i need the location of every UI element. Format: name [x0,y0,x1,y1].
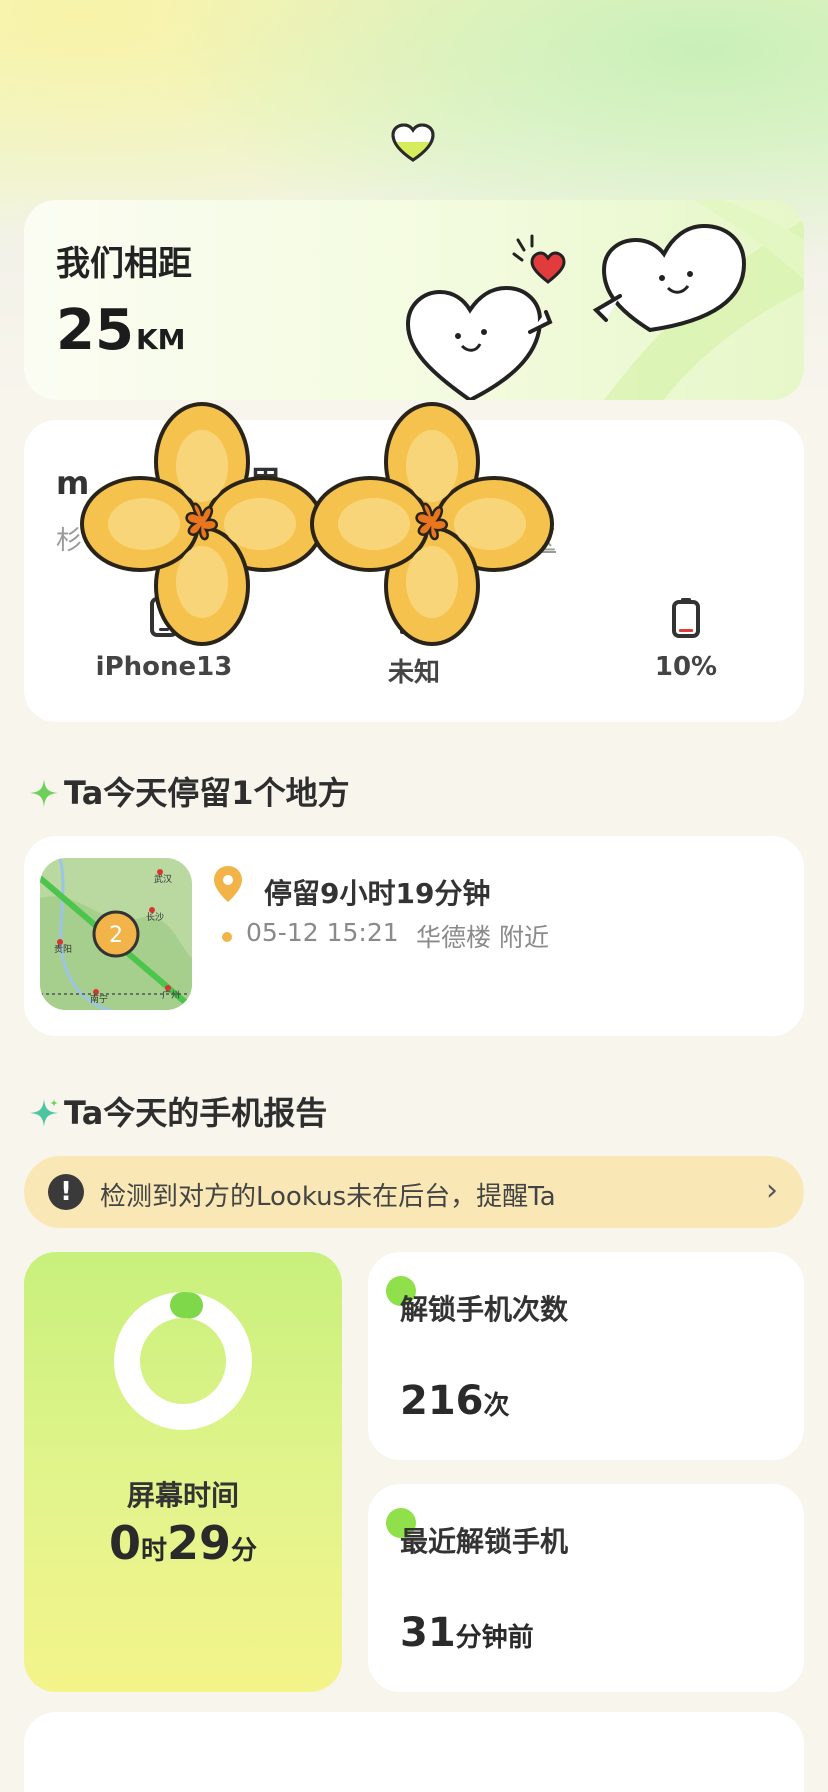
stay-time: 05-12 15:21 [246,918,399,947]
unlock-count-title: 解锁手机次数 [400,1293,569,1326]
heart-couple-illustration [405,223,747,400]
distance-card[interactable]: 我们相距 25KM [24,200,804,400]
stay-place: 华德楼 附近 [416,923,549,952]
last-unlock-value: 31分钟前 [400,1610,534,1656]
timeline-dot [222,932,232,942]
battery-stat: 10% [586,596,786,682]
distance-unit: KM [135,323,186,356]
map-label: 广州 [162,989,180,1001]
exclamation-icon: ! [48,1174,84,1210]
stay-card[interactable]: 武汉 长沙 贵阳 南宁 广州 2 停留9小时19分钟 05-12 15:21 华… [24,836,804,1036]
map-label: 武汉 [154,873,172,885]
screen-time-card[interactable]: 屏幕时间 0时29分 [24,1252,342,1692]
report-section-text: Ta今天的手机报告 [64,1094,328,1132]
battery-label: 10% [654,652,718,682]
map-label: 贵阳 [54,943,72,955]
distance-number: 25 [56,298,134,363]
map-label: 南宁 [90,993,108,1005]
screen-time-donut [114,1292,252,1430]
address-text-right[interactable]: 区 [530,520,556,557]
screen-time-minutes: 29 [167,1516,232,1570]
screen-time-value: 0时29分 [24,1516,342,1570]
screen-time-label: 屏幕时间 [126,1479,239,1512]
report-section-title: Ta今天的手机报告 [28,1088,327,1134]
next-card-peek [24,1712,804,1792]
heart-logo-icon[interactable] [390,122,436,164]
location-pin-icon [214,866,242,902]
network-label: 未知 [387,658,440,688]
stays-section-text: Ta今天停留1个地方 [64,774,350,812]
unlock-count-unit: 次 [483,1391,510,1421]
alert-text: 检测到对方的Lookus未在后台，提醒Ta [100,1182,556,1212]
stays-section-title: Ta今天停留1个地方 [28,768,350,814]
sparkle-icon [30,779,58,807]
battery-icon [672,598,700,638]
cluster-count: 2 [109,923,123,948]
location-card[interactable]: m 在这里 杉 区 iPhone13 未知 10% [24,402,804,722]
last-unlock-number: 31 [400,1610,456,1656]
phone-icon [150,597,178,637]
network-stat: 未知 [314,596,514,689]
unlock-count-value: 216次 [400,1378,510,1424]
distance-title: 我们相距 [56,244,192,284]
background-alert-banner[interactable]: ! 检测到对方的Lookus未在后台，提醒Ta › [24,1156,804,1228]
screen-time-minutes-unit: 分 [231,1536,258,1566]
unlock-count-number: 216 [400,1378,484,1424]
last-unlock-title: 最近解锁手机 [400,1525,569,1558]
screen-time-hours: 0 [108,1516,141,1570]
last-unlock-card[interactable]: 最近解锁手机 31分钟前 [368,1484,804,1692]
map-image: 武汉 长沙 贵阳 南宁 广州 2 [40,858,192,1010]
stay-duration: 停留9小时19分钟 [264,877,491,910]
map-label: 长沙 [146,911,164,923]
device-model-label: iPhone13 [95,652,233,682]
chevron-right-icon[interactable]: › [766,1176,778,1206]
unlock-count-card[interactable]: 解锁手机次数 216次 [368,1252,804,1460]
address-text-left: 杉 [56,526,83,556]
device-model-stat: iPhone13 [64,596,264,682]
screen-time-hours-unit: 时 [140,1536,167,1566]
last-unlock-unit: 分钟前 [455,1623,534,1653]
sparkle-icon [30,1099,58,1127]
distance-value: 25KM [56,298,186,363]
map-thumbnail[interactable]: 武汉 长沙 贵阳 南宁 广州 2 [40,858,192,1010]
signal-icon [400,606,428,634]
partner-location-title: m 在这里 [56,464,282,502]
